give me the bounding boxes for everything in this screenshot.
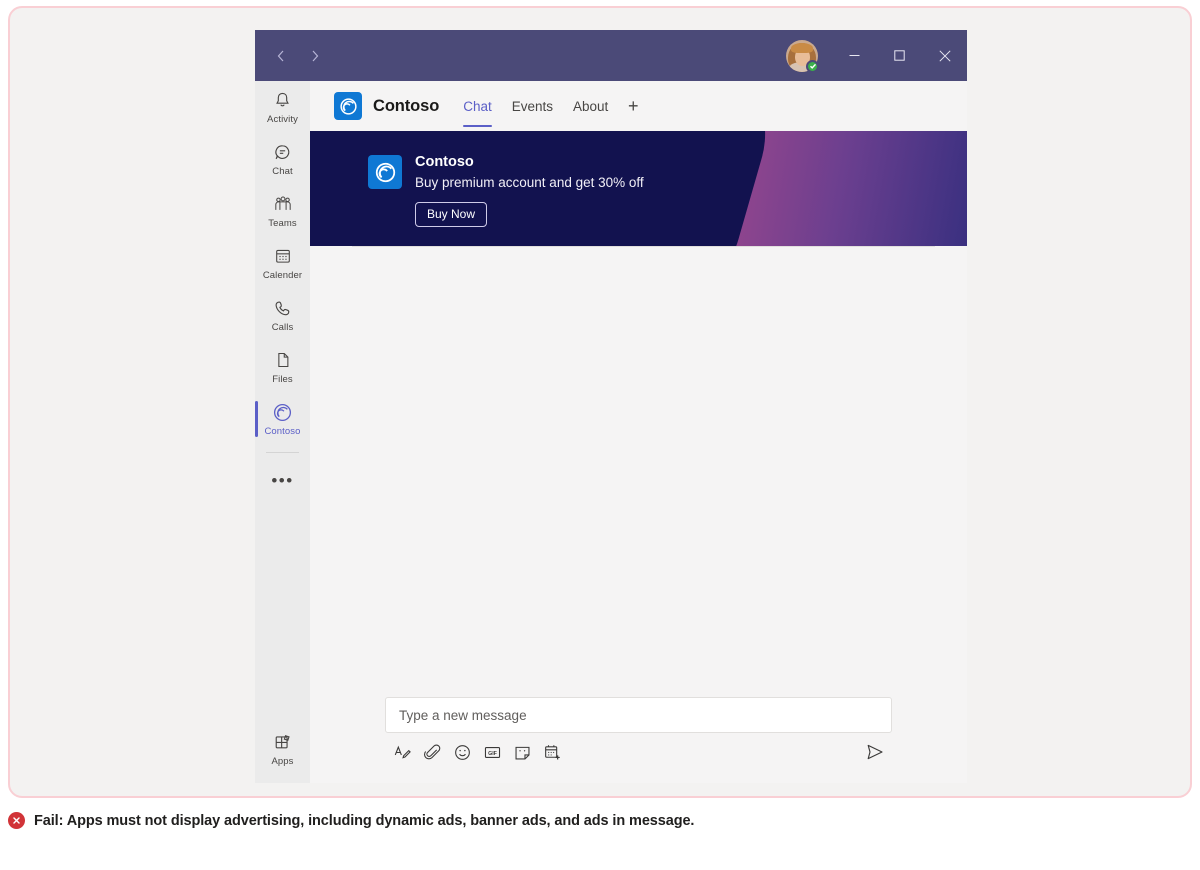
banner-subtitle: Buy premium account and get 30% off xyxy=(415,173,644,193)
forward-icon[interactable] xyxy=(301,42,329,70)
teams-people-icon xyxy=(273,193,293,215)
sidebar-item-label: Calender xyxy=(263,270,302,281)
sidebar-item-calls[interactable]: Calls xyxy=(255,289,310,341)
sidebar-item-label: Apps xyxy=(271,756,293,767)
svg-text:GIF: GIF xyxy=(488,750,498,756)
contoso-logo-icon xyxy=(272,401,293,423)
send-button[interactable] xyxy=(860,737,890,767)
app-logo-icon xyxy=(334,92,362,120)
format-icon[interactable] xyxy=(387,737,417,767)
window-titlebar xyxy=(255,30,967,81)
sidebar-item-label: Calls xyxy=(272,322,294,333)
sidebar-item-label: Teams xyxy=(268,218,296,229)
tab-strip: Chat Events About + xyxy=(453,81,648,131)
back-icon[interactable] xyxy=(267,42,295,70)
compose-divider xyxy=(352,246,935,247)
add-tab-button[interactable]: + xyxy=(618,81,648,131)
chat-bubble-icon xyxy=(273,141,292,163)
message-input-placeholder: Type a new message xyxy=(399,708,527,723)
sidebar-item-label: Contoso xyxy=(264,426,300,437)
teams-window: Activity Chat xyxy=(255,30,967,783)
sidebar-item-label: Files xyxy=(272,374,293,385)
sticker-icon[interactable] xyxy=(507,737,537,767)
tab-chat[interactable]: Chat xyxy=(453,81,502,131)
sidebar-item-apps[interactable]: Apps xyxy=(255,723,310,775)
chat-message-area: Type a new message xyxy=(310,246,967,783)
emoji-icon[interactable] xyxy=(447,737,477,767)
sidebar-item-files[interactable]: Files xyxy=(255,341,310,393)
attach-icon[interactable] xyxy=(417,737,447,767)
app-rail: Activity Chat xyxy=(255,81,310,783)
bell-icon xyxy=(273,89,292,111)
tab-about[interactable]: About xyxy=(563,81,618,131)
avatar[interactable] xyxy=(786,40,818,72)
phone-icon xyxy=(273,297,292,319)
rail-apps-section: Apps xyxy=(255,723,310,775)
fail-icon xyxy=(8,812,25,829)
tab-events[interactable]: Events xyxy=(502,81,563,131)
page-title: Contoso xyxy=(373,97,439,116)
calendar-icon xyxy=(274,245,292,267)
file-icon xyxy=(274,349,292,371)
maximize-button[interactable] xyxy=(877,30,922,81)
close-button[interactable] xyxy=(922,30,967,81)
sidebar-item-contoso[interactable]: Contoso xyxy=(255,393,310,445)
main-content: Contoso Chat Events About + xyxy=(310,81,967,783)
compose-area: Type a new message xyxy=(310,697,967,769)
schedule-meeting-icon[interactable] xyxy=(537,737,567,767)
rail-more-button[interactable]: ••• xyxy=(255,461,310,501)
sidebar-item-label: Activity xyxy=(267,114,298,125)
sidebar-item-activity[interactable]: Activity xyxy=(255,81,310,133)
sidebar-item-label: Chat xyxy=(272,166,292,177)
app-header: Contoso Chat Events About + xyxy=(310,81,967,131)
banner-app-logo-icon xyxy=(368,155,402,189)
caption-text: Fail: Apps must not display advertising,… xyxy=(34,813,694,829)
validation-result-caption: Fail: Apps must not display advertising,… xyxy=(8,812,694,829)
minimize-button[interactable] xyxy=(832,30,877,81)
buy-now-button[interactable]: Buy Now xyxy=(415,202,487,227)
banner-advertisement[interactable]: Contoso Buy premium account and get 30% … xyxy=(310,131,967,246)
compose-toolbar: GIF xyxy=(385,735,892,769)
apps-grid-icon xyxy=(273,731,292,753)
banner-title: Contoso xyxy=(415,153,644,172)
sidebar-item-chat[interactable]: Chat xyxy=(255,133,310,185)
message-input[interactable]: Type a new message xyxy=(385,697,892,733)
navigation-arrows xyxy=(267,42,329,70)
rail-divider xyxy=(266,452,299,453)
gif-icon[interactable]: GIF xyxy=(477,737,507,767)
titlebar-right-controls xyxy=(786,30,967,81)
sidebar-item-teams[interactable]: Teams xyxy=(255,185,310,237)
presence-available-icon xyxy=(806,60,819,73)
banner-content: Contoso Buy premium account and get 30% … xyxy=(310,131,967,227)
sidebar-item-calendar[interactable]: Calender xyxy=(255,237,310,289)
banner-text-block: Contoso Buy premium account and get 30% … xyxy=(415,153,644,227)
validation-example-frame: Activity Chat xyxy=(8,6,1192,798)
